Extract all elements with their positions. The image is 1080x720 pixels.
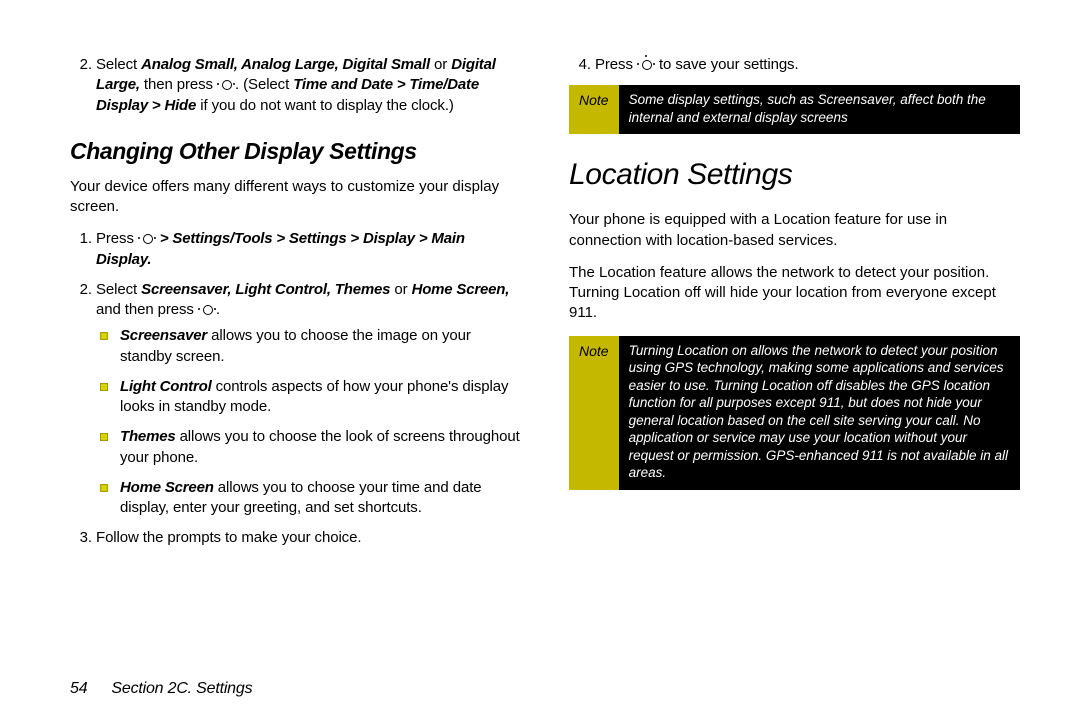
note-box: Note Some display settings, such as Scre…: [569, 85, 1020, 134]
note-text: Some display settings, such as Screensav…: [619, 85, 1020, 134]
location-paragraph-1: Your phone is equipped with a Location f…: [569, 210, 1020, 251]
bullet-home-screen: Home Screen allows you to choose your ti…: [116, 478, 521, 519]
ok-key-icon: [217, 78, 235, 90]
text: then press: [140, 76, 217, 93]
display-settings-steps: Press > Settings/Tools > Settings > Disp…: [70, 229, 521, 548]
option-names: Screensaver, Light Control, Themes: [141, 281, 390, 298]
term: Light Control: [120, 378, 212, 395]
ok-key-icon: [637, 58, 655, 70]
left-column: Select Analog Small, Analog Large, Digit…: [70, 55, 521, 559]
right-column: Press to save your settings. Note Some d…: [569, 55, 1020, 559]
subsection-heading: Changing Other Display Settings: [70, 138, 521, 165]
section-heading: Location Settings: [569, 158, 1020, 192]
text: Select: [96, 281, 141, 298]
text: and then press: [96, 301, 198, 318]
option-names: Analog Small, Analog Large, Digital Smal…: [141, 56, 430, 73]
bullet-light-control: Light Control controls aspects of how yo…: [116, 377, 521, 418]
page-number: 54: [70, 680, 87, 697]
page: Select Analog Small, Analog Large, Digit…: [0, 0, 1080, 720]
footer-section: Section 2C. Settings: [111, 680, 252, 697]
note-label: Note: [569, 85, 619, 134]
term: Home Screen: [120, 479, 214, 496]
text: . (Select: [235, 76, 293, 93]
text: Select: [96, 56, 141, 73]
note-label: Note: [569, 336, 619, 490]
step-3: Follow the prompts to make your choice.: [96, 528, 521, 548]
text: if you do not want to display the clock.…: [196, 97, 454, 114]
definition: allows you to choose the look of screens…: [120, 428, 520, 465]
page-footer: 54 Section 2C. Settings: [70, 680, 252, 698]
text: Press: [96, 230, 138, 247]
text: .: [216, 301, 220, 318]
bullet-screensaver: Screensaver allows you to choose the ima…: [116, 326, 521, 367]
option-descriptions: Screensaver allows you to choose the ima…: [96, 326, 521, 518]
bullet-themes: Themes allows you to choose the look of …: [116, 427, 521, 468]
text: Press: [595, 56, 637, 73]
step-1: Press > Settings/Tools > Settings > Disp…: [96, 229, 521, 270]
intro-paragraph: Your device offers many different ways t…: [70, 177, 521, 218]
step-4: Press to save your settings.: [595, 55, 1020, 75]
ok-key-icon: [198, 303, 216, 315]
term: Themes: [120, 428, 176, 445]
text: or: [430, 56, 451, 73]
note-text: Turning Location on allows the network t…: [619, 336, 1020, 490]
term: Screensaver: [120, 327, 207, 344]
note-box: Note Turning Location on allows the netw…: [569, 336, 1020, 490]
clock-continued-steps: Select Analog Small, Analog Large, Digit…: [70, 55, 521, 116]
display-settings-steps-cont: Press to save your settings.: [569, 55, 1020, 75]
text: or: [390, 281, 411, 298]
step-2: Select Screensaver, Light Control, Theme…: [96, 280, 521, 519]
option-name: Home Screen,: [412, 281, 510, 298]
ok-key-icon: [138, 232, 156, 244]
location-paragraph-2: The Location feature allows the network …: [569, 263, 1020, 324]
two-column-layout: Select Analog Small, Analog Large, Digit…: [70, 55, 1020, 559]
step-2-clock: Select Analog Small, Analog Large, Digit…: [96, 55, 521, 116]
text: to save your settings.: [655, 56, 799, 73]
